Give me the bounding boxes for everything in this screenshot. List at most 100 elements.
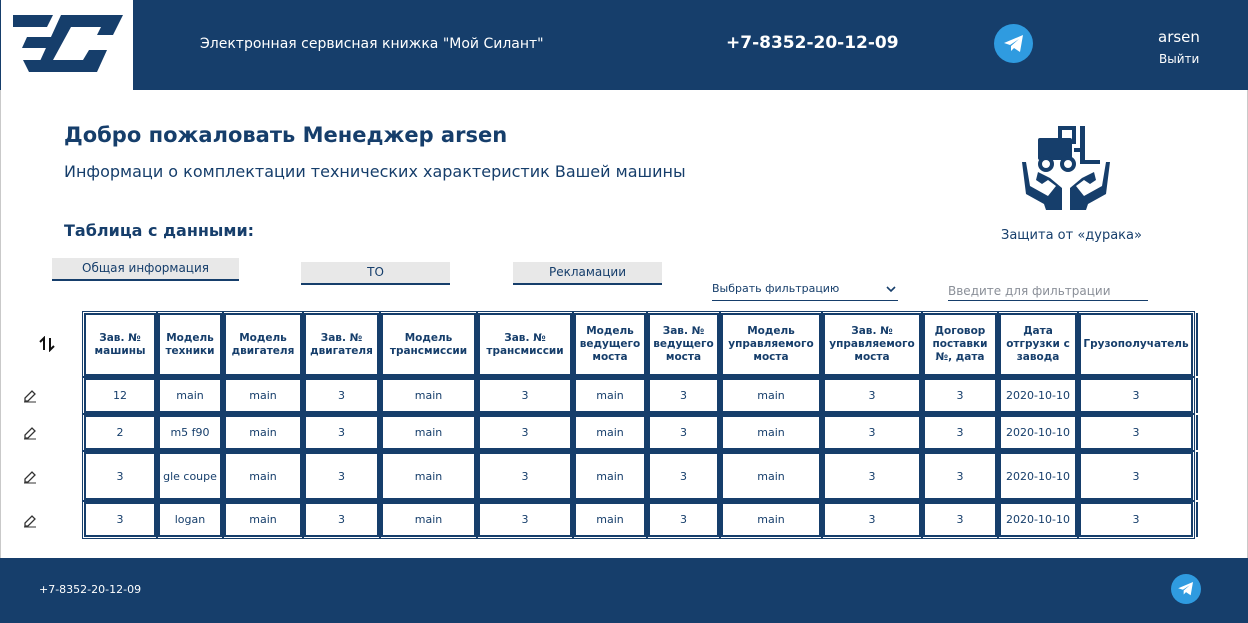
cell-value: 3: [956, 469, 964, 483]
logout-link[interactable]: Выйти: [1159, 52, 1199, 66]
column-header[interactable]: Грузополучатель: [1077, 311, 1195, 378]
table-cell: main: [156, 376, 224, 415]
column-header[interactable]: Зав. № двигателя: [302, 311, 381, 378]
cell-value: 3: [868, 513, 876, 526]
column-header[interactable]: Зав. № управляемого моста: [821, 311, 923, 378]
column-header-label: Модель управляемого моста: [728, 325, 814, 363]
table-cell: 12: [82, 376, 158, 415]
cell-value: 3: [338, 426, 345, 439]
column-header[interactable]: Модель техники: [156, 311, 224, 378]
table-cell: 3: [921, 500, 999, 539]
table-cell: 3: [1077, 500, 1195, 539]
table-cell: 2020-10-10: [997, 376, 1079, 415]
column-header[interactable]: Зав. № машины: [82, 311, 158, 378]
cell-value: 3: [956, 426, 964, 439]
filter-select-label: Выбрать фильтрацию: [712, 282, 840, 295]
cell-value: main: [414, 389, 443, 402]
filter-input[interactable]: [948, 282, 1148, 301]
telegram-link[interactable]: [994, 24, 1033, 63]
column-header[interactable]: Зав. № трансмиссии: [476, 311, 574, 378]
footer-phone[interactable]: +7-8352-20-12-09: [39, 583, 141, 596]
table-row-overflow-edge: [1196, 452, 1198, 500]
subtitle: Информаци о комплектации технических хар…: [64, 162, 686, 181]
table-cell: main: [379, 376, 478, 415]
table-cell: 3: [302, 413, 381, 452]
column-header-label: Модель двигателя: [231, 331, 295, 357]
table-cell: 3: [821, 413, 923, 452]
table-cell: 3: [821, 376, 923, 415]
chevron-down-icon: [886, 286, 896, 293]
sort-icon[interactable]: [38, 335, 56, 356]
filter-select[interactable]: Выбрать фильтрацию: [712, 282, 898, 301]
footer: [0, 558, 1248, 623]
logo[interactable]: [1, 0, 133, 90]
cell-value: 12: [113, 389, 127, 402]
cell-value: main: [249, 513, 277, 526]
header-phone[interactable]: +7-8352-20-12-09: [726, 33, 899, 53]
cell-value: 2020-10-10: [1006, 426, 1070, 439]
cell-value: 2020-10-10: [1006, 469, 1070, 483]
telegram-icon: [1178, 582, 1193, 596]
table-cell: 3: [646, 450, 721, 502]
cell-value: 3: [868, 426, 876, 439]
cell-value: 2: [116, 426, 124, 439]
tab-general-info[interactable]: Общая информация: [52, 258, 239, 281]
table-cell: main: [379, 450, 478, 502]
column-header[interactable]: Модель ведущего моста: [572, 311, 648, 378]
edit-icon[interactable]: [23, 469, 37, 488]
cell-value: 3: [338, 469, 345, 483]
cell-value: 3: [868, 389, 876, 402]
logo-icon: [13, 15, 123, 72]
cell-value: main: [414, 469, 443, 483]
column-header[interactable]: Зав. № ведущего моста: [646, 311, 721, 378]
column-header[interactable]: Модель трансмиссии: [379, 311, 478, 378]
column-header-label: Зав. № трансмиссии: [486, 331, 564, 357]
tab-maintenance[interactable]: ТО: [301, 262, 450, 285]
cell-value: 3: [1132, 513, 1140, 526]
table-cell: main: [572, 500, 648, 539]
cell-value: main: [757, 389, 785, 402]
cell-value: 3: [1132, 469, 1140, 483]
edit-icon[interactable]: [23, 388, 37, 407]
table-header-overflow-edge: [1196, 313, 1198, 376]
table-cell: 3: [646, 376, 721, 415]
table-cell: main: [572, 376, 648, 415]
telegram-link-footer[interactable]: [1171, 574, 1201, 604]
table-cell: main: [719, 376, 823, 415]
table-cell: main: [379, 413, 478, 452]
cell-value: 3: [680, 513, 687, 526]
table-cell: 3: [476, 376, 574, 415]
edit-icon[interactable]: [23, 425, 37, 444]
table-cell: 3: [1077, 413, 1195, 452]
cell-value: main: [249, 389, 277, 402]
cell-value: main: [176, 389, 204, 402]
table-cell: 3: [821, 500, 923, 539]
column-header-label: Модель техники: [165, 331, 215, 357]
cell-value: 3: [338, 513, 345, 526]
telegram-icon: [1003, 34, 1023, 52]
table-cell: 3: [921, 413, 999, 452]
column-header[interactable]: Модель управляемого моста: [719, 311, 823, 378]
table-row-overflow-edge: [1196, 502, 1198, 537]
column-header[interactable]: Модель двигателя: [222, 311, 304, 378]
table-cell: main: [719, 500, 823, 539]
table-cell: 3: [82, 450, 158, 502]
cell-value: 3: [116, 513, 124, 526]
table-cell: main: [572, 450, 648, 502]
column-header-label: Модель трансмиссии: [389, 331, 468, 357]
cell-value: 3: [956, 513, 964, 526]
cell-value: 3: [1132, 389, 1140, 402]
cell-value: 3: [521, 469, 529, 483]
cell-value: main: [414, 426, 443, 439]
table-cell: m5 f90: [156, 413, 224, 452]
column-header[interactable]: Договор поставки №, дата: [921, 311, 999, 378]
edit-icon[interactable]: [23, 513, 37, 532]
tab-claims[interactable]: Рекламации: [513, 262, 662, 285]
column-header-label: Зав. № машины: [94, 331, 146, 357]
cell-value: main: [757, 469, 785, 483]
column-header[interactable]: Дата отгрузки с завода: [997, 311, 1079, 378]
table-cell: 3: [302, 500, 381, 539]
cell-value: main: [596, 513, 624, 526]
table-cell: main: [222, 376, 304, 415]
table-cell: 2: [82, 413, 158, 452]
